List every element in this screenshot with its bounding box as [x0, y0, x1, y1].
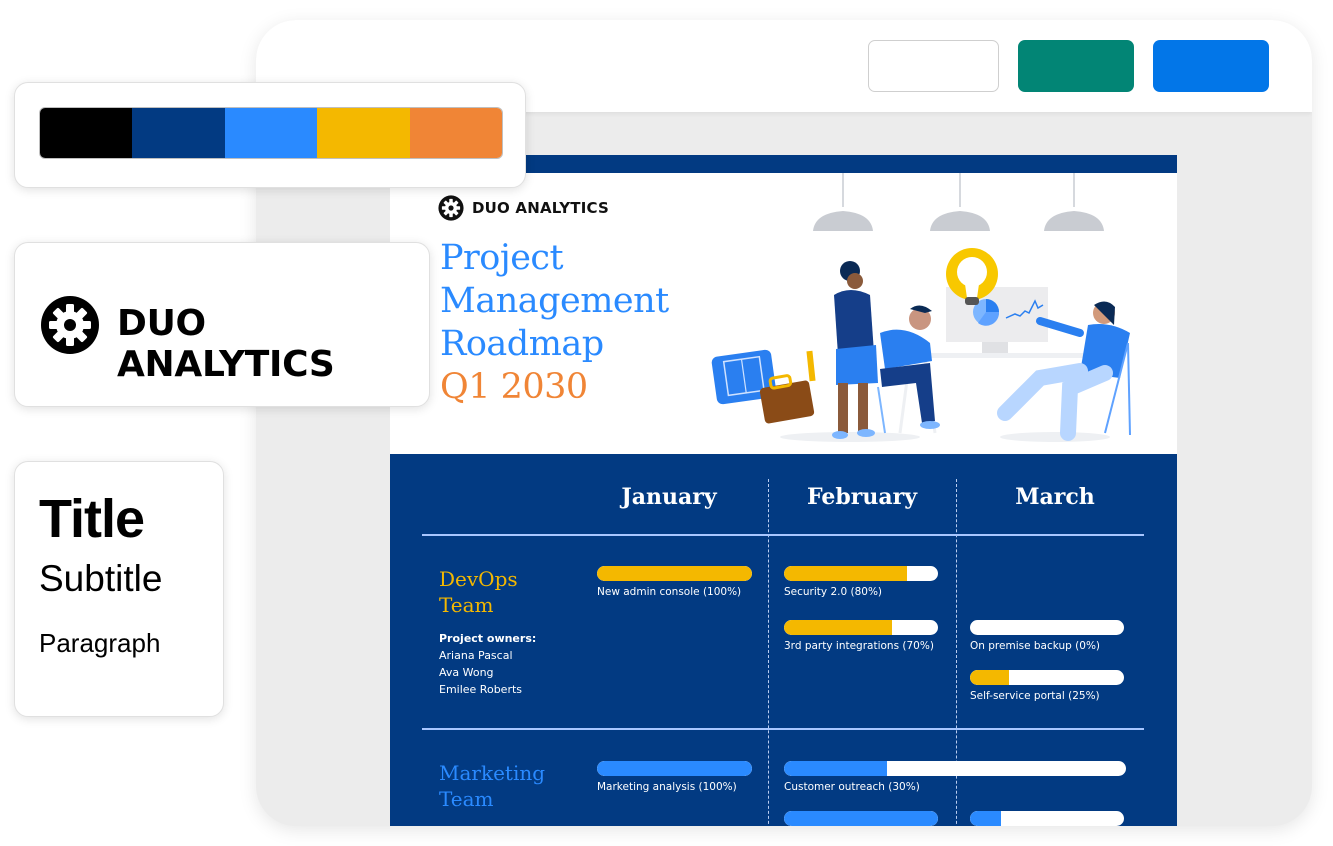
owner-name: Ariana Pascal — [439, 649, 513, 662]
color-swatch[interactable] — [317, 108, 410, 158]
typography-paragraph[interactable]: Paragraph — [39, 628, 160, 659]
team-name-line: Team — [439, 593, 494, 617]
pencil-icon — [806, 350, 816, 382]
teal-button[interactable] — [1018, 40, 1134, 92]
progress-bar — [970, 670, 1124, 685]
document-title: Project Management Roadmap Q1 2030 — [440, 237, 669, 409]
row-divider — [422, 534, 1144, 536]
document-brand-name: DUO ANALYTICS — [472, 199, 609, 217]
team-meeting-illustration — [711, 173, 1131, 442]
progress-fill — [970, 670, 1009, 685]
task-self-service-portal[interactable]: Self-service portal (25%) — [970, 670, 1124, 702]
color-palette — [39, 107, 503, 159]
progress-bar — [784, 620, 938, 635]
progress-bar — [970, 620, 1124, 635]
gear-icon — [41, 296, 99, 354]
task-label: Customer outreach (30%) — [784, 781, 920, 793]
row-divider — [422, 728, 1144, 730]
color-palette-card[interactable] — [14, 82, 526, 188]
brand-name: DUO ANALYTICS — [117, 303, 335, 385]
progress-bar — [784, 566, 938, 581]
progress-fill — [597, 761, 752, 776]
team-name-line: Team — [439, 787, 494, 811]
outline-button[interactable] — [868, 40, 999, 92]
color-swatch[interactable] — [132, 108, 225, 158]
owner-name: Emilee Roberts — [439, 683, 523, 696]
title-line: Management — [440, 281, 669, 321]
task-label: 3rd party integrations (70%) — [784, 640, 934, 652]
team-name-devops: DevOps Team — [439, 566, 518, 618]
color-swatch[interactable] — [40, 108, 133, 158]
month-header-january: January — [621, 484, 717, 510]
task-customer-outreach[interactable]: Customer outreach (30%) — [784, 761, 1126, 793]
month-header-february: February — [806, 484, 917, 510]
task-label: Security 2.0 (80%) — [784, 586, 883, 598]
typography-subtitle[interactable]: Subtitle — [39, 558, 162, 600]
team-name-line: DevOps — [439, 567, 518, 591]
task-marketing-4[interactable] — [970, 811, 1124, 826]
color-swatch[interactable] — [409, 108, 502, 158]
progress-fill — [784, 811, 938, 826]
task-new-admin-console[interactable]: New admin console (100%) — [597, 566, 752, 598]
task-on-premise-backup[interactable]: On premise backup (0%) — [970, 620, 1124, 652]
progress-bar — [784, 761, 1126, 776]
gear-icon — [438, 195, 464, 221]
month-header-march: March — [1015, 484, 1095, 510]
task-3rd-party-integrations[interactable]: 3rd party integrations (70%) — [784, 620, 938, 652]
typography-title[interactable]: Title — [39, 488, 145, 550]
ceiling-lamp-icon — [813, 173, 1104, 231]
document-page[interactable]: DUO ANALYTICS Project Management Roadmap… — [390, 155, 1177, 826]
progress-fill — [597, 566, 752, 581]
column-divider — [768, 479, 769, 826]
owners-label: Project owners: — [439, 632, 537, 645]
task-label: Self-service portal (25%) — [970, 690, 1100, 702]
blue-button[interactable] — [1153, 40, 1269, 92]
team-name-line: Marketing — [439, 761, 546, 785]
task-marketing-analysis[interactable]: Marketing analysis (100%) — [597, 761, 752, 793]
typography-card[interactable]: Title Subtitle Paragraph — [14, 461, 224, 717]
progress-bar — [784, 811, 938, 826]
logo-card[interactable]: DUO ANALYTICS — [14, 242, 430, 407]
progress-fill — [970, 811, 1001, 826]
task-label: Marketing analysis (100%) — [597, 781, 737, 793]
project-owners: Project owners: Ariana Pascal Ava Wong E… — [439, 630, 536, 698]
title-line: Roadmap — [440, 324, 604, 364]
person-seated-icon — [877, 305, 940, 434]
team-name-marketing: Marketing Team — [439, 760, 545, 812]
task-marketing-3[interactable] — [784, 811, 938, 826]
progress-bar — [597, 761, 752, 776]
roadmap-section: January February March DevOps Team Proje… — [390, 454, 1177, 826]
title-line: Project — [440, 238, 564, 278]
progress-bar — [970, 811, 1124, 826]
task-security-2[interactable]: Security 2.0 (80%) — [784, 566, 938, 598]
document-logo: DUO ANALYTICS — [438, 195, 609, 221]
owner-name: Ava Wong — [439, 666, 494, 679]
quarter-label: Q1 2030 — [440, 367, 588, 407]
progress-fill — [784, 761, 887, 776]
task-label: New admin console (100%) — [597, 586, 742, 598]
progress-bar — [597, 566, 752, 581]
color-swatch[interactable] — [224, 108, 318, 158]
person-standing-icon — [832, 261, 878, 439]
progress-fill — [784, 620, 892, 635]
task-label: On premise backup (0%) — [970, 640, 1101, 652]
progress-fill — [784, 566, 908, 581]
